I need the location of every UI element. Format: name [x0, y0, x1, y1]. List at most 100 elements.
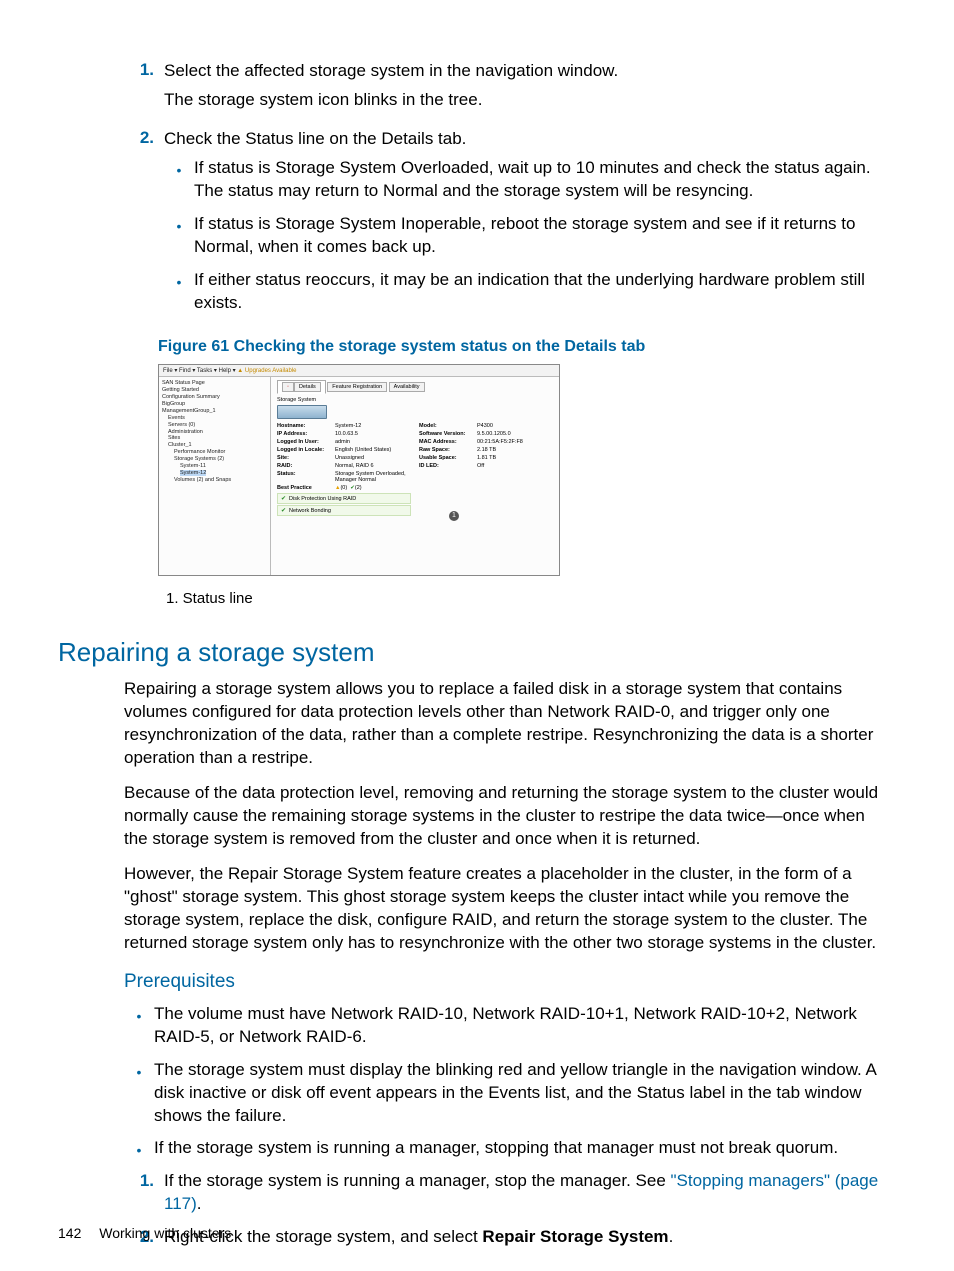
value-locale: English (United States) — [335, 447, 411, 453]
label-raid: RAID: — [277, 463, 335, 469]
bp-item: Network Bonding — [289, 508, 331, 514]
tree-item: System-11 — [180, 463, 267, 470]
value-hostname: System-12 — [335, 423, 411, 429]
bp-item: Disk Protection Using RAID — [289, 496, 356, 502]
device-icon — [277, 405, 327, 419]
sub-bullet-list: • If status is Storage System Overloaded… — [164, 157, 884, 315]
toolbar-menus: File ▾ Find ▾ Tasks ▾ Help ▾ — [163, 368, 237, 374]
value-raid: Normal, RAID 6 — [335, 463, 411, 469]
list-item: • If status is Storage System Inoperable… — [164, 213, 884, 259]
tree-item-selected: System-12 — [180, 470, 206, 476]
bullet-icon: • — [164, 157, 194, 203]
list-item: • The storage system must display the bl… — [124, 1059, 884, 1128]
label-user: Logged In User: — [277, 439, 335, 445]
label-ip: IP Address: — [277, 431, 335, 437]
tree-item: BigGroup — [162, 401, 267, 408]
left-col: Hostname:System-12 IP Address:10.0.63.5 … — [277, 423, 411, 517]
step-1: 1. If the storage system is running a ma… — [124, 1170, 884, 1216]
label-hostname: Hostname: — [277, 423, 335, 429]
list-item: • The volume must have Network RAID-10, … — [124, 1003, 884, 1049]
value-raw-space: 2.18 TB — [477, 447, 553, 453]
label-mac: MAC Address: — [419, 439, 477, 445]
step-2: 2. Right-click the storage system, and s… — [124, 1226, 884, 1249]
value-site: Unassigned — [335, 455, 411, 461]
step-text: The storage system icon blinks in the tr… — [164, 89, 884, 112]
bold-command: Repair Storage System — [482, 1227, 668, 1246]
label-model: Model: — [419, 423, 477, 429]
tab-details: ◦ Details — [277, 380, 326, 394]
tree-item: ManagementGroup_1 — [162, 408, 267, 415]
top-steps-list: 1. Select the affected storage system in… — [124, 60, 884, 324]
page-footer: 142 Working with clusters — [58, 1225, 231, 1241]
tree-item: Getting Started — [162, 387, 267, 394]
step-text: If the storage system is running a manag… — [164, 1170, 884, 1216]
step-text: Right-click the storage system, and sele… — [164, 1226, 673, 1249]
value-ip: 10.0.63.5 — [335, 431, 411, 437]
step-number: 1. — [124, 60, 164, 118]
bullet-icon: • — [124, 1059, 154, 1128]
value-best-practice: ▲(0) ✔(2) — [335, 485, 411, 491]
label-raw-space: Raw Space: — [419, 447, 477, 453]
tree-item: Configuration Summary — [162, 394, 267, 401]
body-paragraph: Because of the data protection level, re… — [124, 782, 884, 851]
figure-caption: Figure 61 Checking the storage system st… — [158, 338, 884, 356]
bullet-icon: • — [124, 1003, 154, 1049]
upgrades-link: ▲ Upgrades Available — [237, 368, 296, 374]
value-status: Storage System Overloaded, Manager Norma… — [335, 471, 411, 483]
figure-toolbar: File ▾ Find ▾ Tasks ▾ Help ▾ ▲ Upgrades … — [159, 365, 559, 377]
tree-item: Cluster_1 — [168, 442, 267, 449]
figure-legend: 1. Status line — [166, 590, 884, 607]
tree-item: Events — [168, 415, 267, 422]
tree-item: SAN Status Page — [162, 380, 267, 387]
step-body: Select the affected storage system in th… — [164, 60, 884, 118]
tree-item: Sites — [168, 435, 267, 442]
step-number: 2. — [124, 128, 164, 325]
bullet-text: If status is Storage System Inoperable, … — [194, 213, 884, 259]
step-number: 1. — [124, 1170, 164, 1216]
label-locale: Logged in Locale: — [277, 447, 335, 453]
bullet-text: The volume must have Network RAID-10, Ne… — [154, 1003, 884, 1049]
tree-item: Servers (0) — [168, 422, 267, 429]
body-paragraph: However, the Repair Storage System featu… — [124, 863, 884, 955]
tree-item: Storage Systems (2) — [174, 456, 267, 463]
label-usable-space: Usable Space: — [419, 455, 477, 461]
fieldset-title: Storage System — [277, 397, 553, 403]
value-usable-space: 1.81 TB — [477, 455, 553, 461]
label-id-led: ID LED: — [419, 463, 477, 469]
tab-row: ◦ Details Feature Registration Availabil… — [277, 380, 553, 394]
label-software-version: Software Version: — [419, 431, 477, 437]
bullet-text: The storage system must display the blin… — [154, 1059, 884, 1128]
bullet-text: If status is Storage System Overloaded, … — [194, 157, 884, 203]
bullet-text: If the storage system is running a manag… — [154, 1137, 838, 1160]
callout-badge: 1 — [449, 511, 459, 521]
label-status: Status: — [277, 471, 335, 483]
tab-availability: Availability — [389, 382, 425, 392]
section-heading: Repairing a storage system — [58, 637, 884, 668]
tree-item: Volumes (2) and Snaps — [174, 477, 267, 484]
label-site: Site: — [277, 455, 335, 461]
figure-screenshot: File ▾ Find ▾ Tasks ▾ Help ▾ ▲ Upgrades … — [158, 364, 560, 576]
chapter-title: Working with clusters — [99, 1225, 231, 1241]
details-panel: ◦ Details Feature Registration Availabil… — [271, 377, 559, 575]
page-number: 142 — [58, 1225, 81, 1241]
list-item: • If the storage system is running a man… — [124, 1137, 884, 1160]
value-id-led: Off — [477, 463, 553, 469]
value-user: admin — [335, 439, 411, 445]
right-col: Model:P4300 Software Version:9.5.00.1205… — [419, 423, 553, 517]
step-text: Select the affected storage system in th… — [164, 60, 884, 83]
prerequisites-heading: Prerequisites — [124, 971, 884, 993]
nav-tree: SAN Status Page Getting Started Configur… — [159, 377, 271, 575]
bullet-icon: • — [124, 1137, 154, 1160]
bullet-icon: • — [164, 213, 194, 259]
value-mac: 00:21:5A:F5:2F:F8 — [477, 439, 553, 445]
value-software-version: 9.5.00.1205.0 — [477, 431, 553, 437]
bullet-icon: • — [164, 269, 194, 315]
step-text: Check the Status line on the Details tab… — [164, 128, 884, 151]
list-item: • If status is Storage System Overloaded… — [164, 157, 884, 203]
list-item: • If either status reoccurs, it may be a… — [164, 269, 884, 315]
step-2: 2. Check the Status line on the Details … — [124, 128, 884, 325]
step-1: 1. Select the affected storage system in… — [124, 60, 884, 118]
tree-item: Administration — [168, 429, 267, 436]
value-model: P4300 — [477, 423, 553, 429]
tree-item: Performance Monitor — [174, 449, 267, 456]
